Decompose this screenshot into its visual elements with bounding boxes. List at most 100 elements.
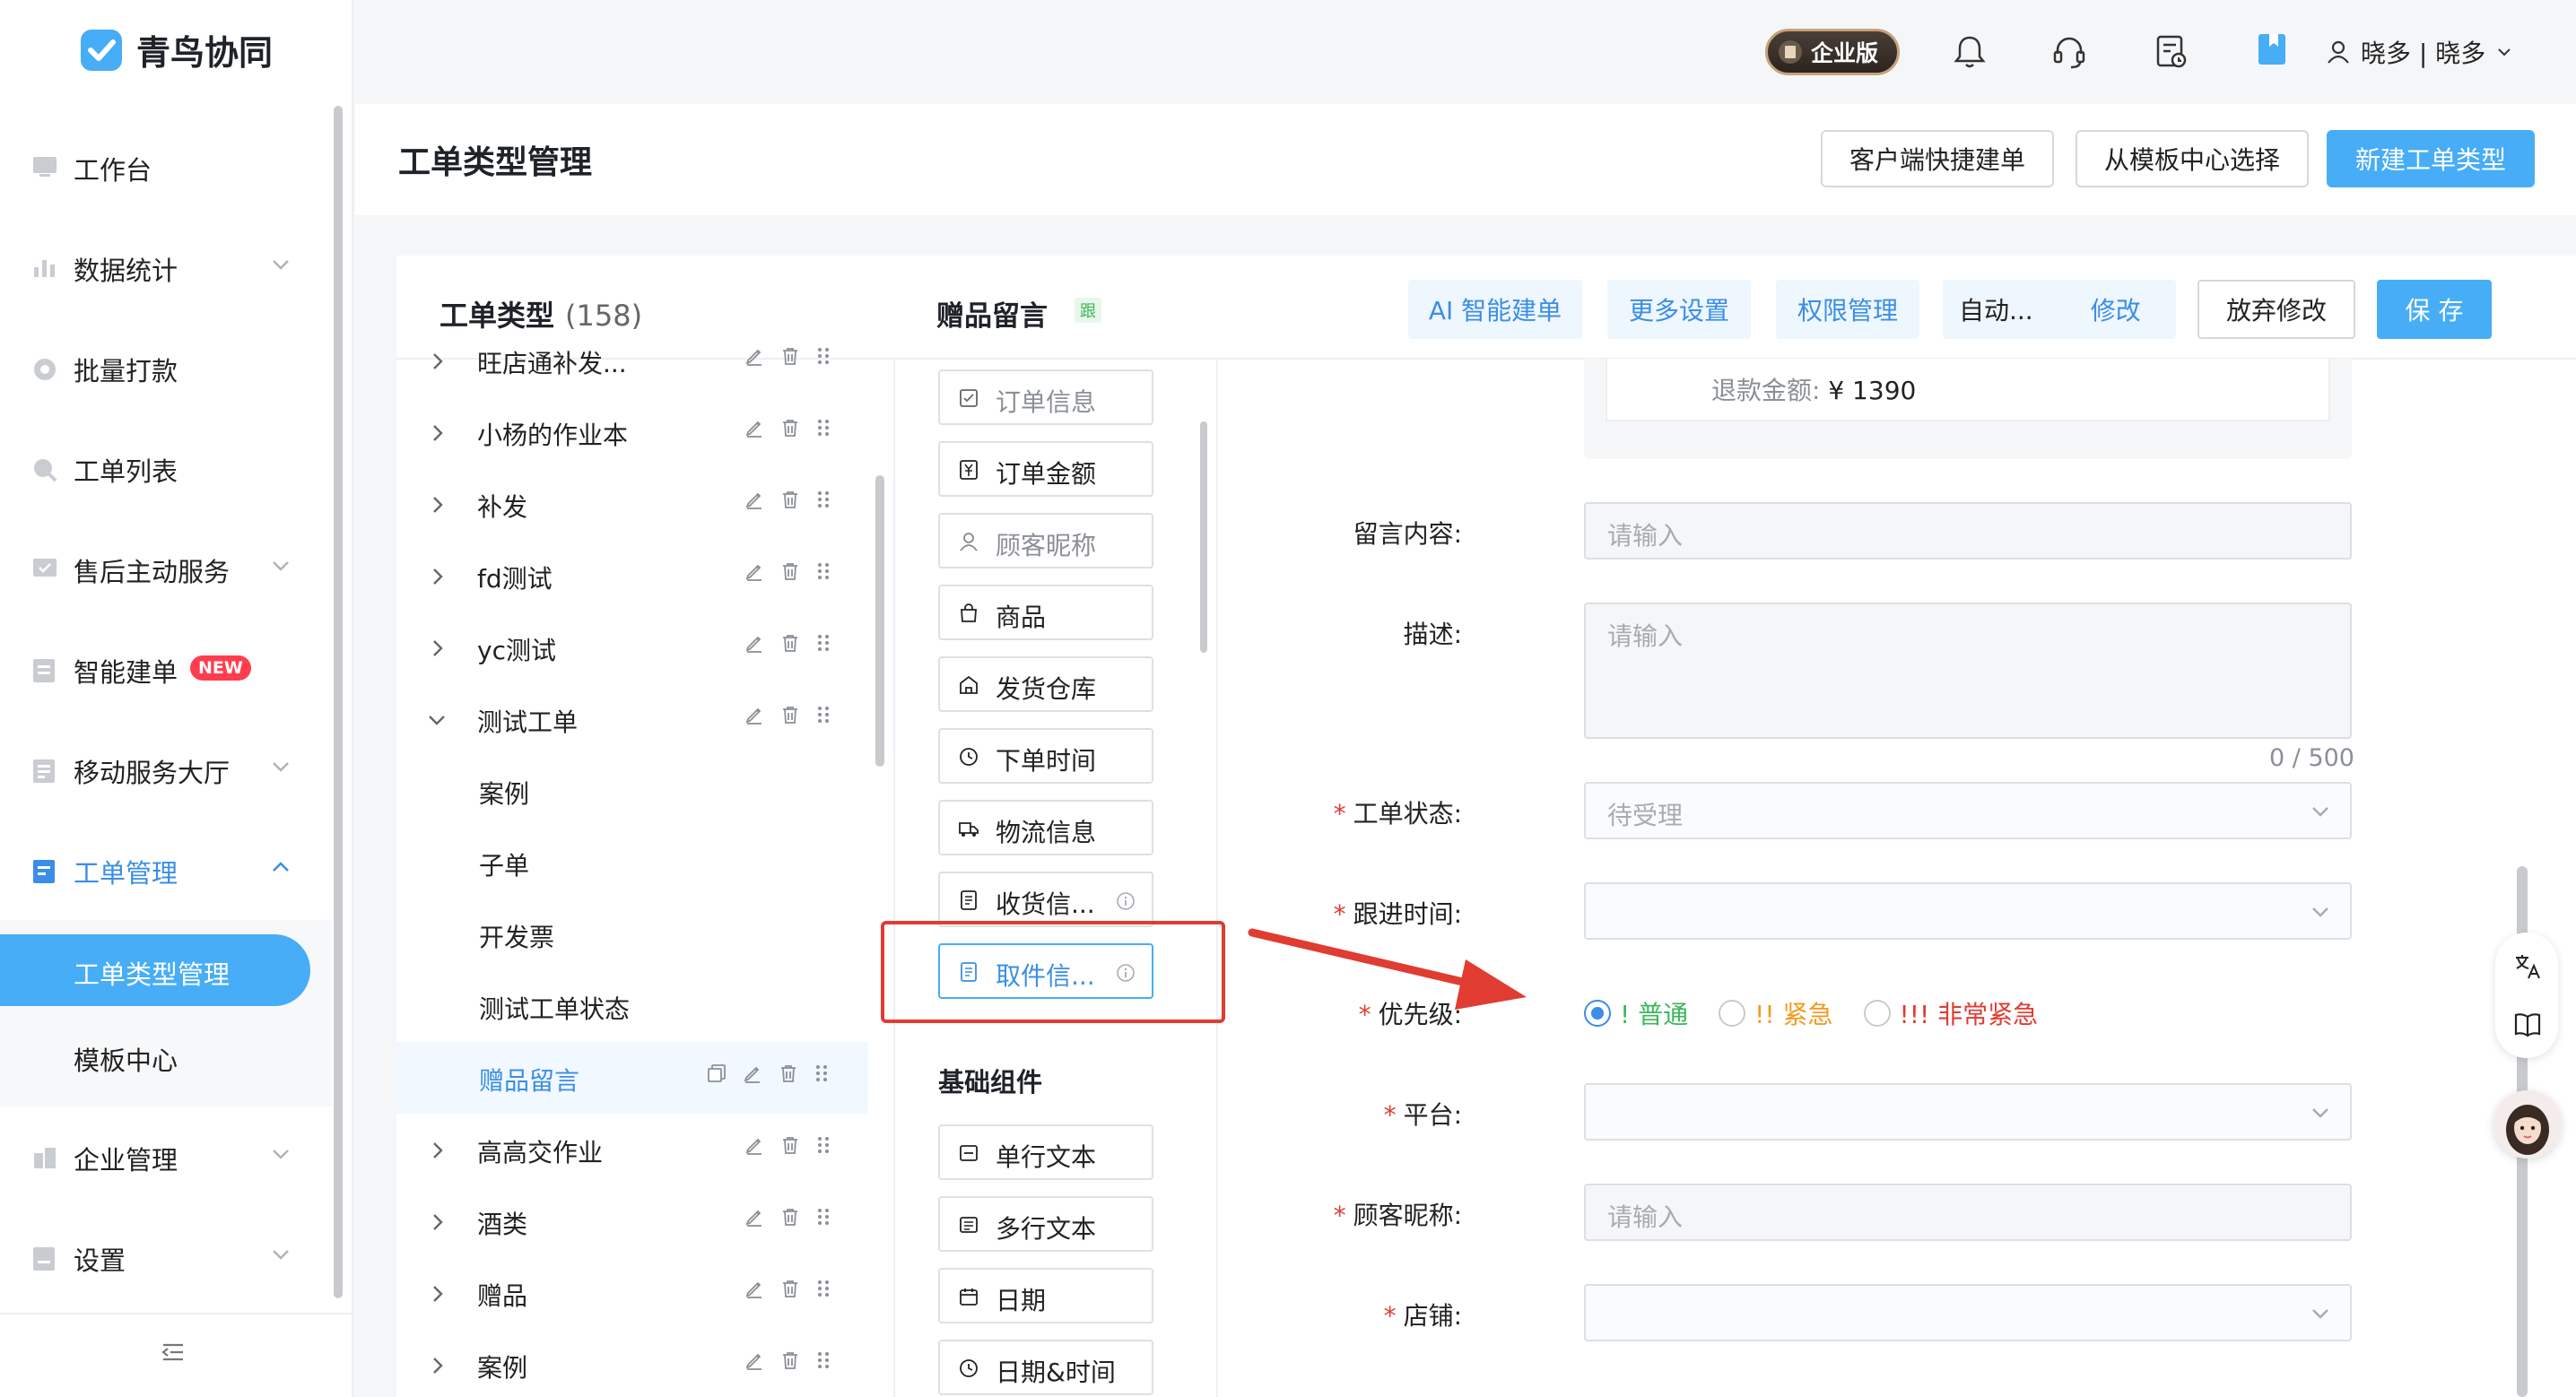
tree-row[interactable]: 酒类	[396, 1185, 868, 1257]
tree-row[interactable]: 赠品	[396, 1257, 868, 1329]
status-select[interactable]: 待受理	[1584, 782, 2352, 839]
palette-item-customer-nickname[interactable]: 顾客昵称	[938, 513, 1153, 568]
tree-row[interactable]: 补发	[396, 468, 868, 540]
sidebar-subitem-template[interactable]: 模板中心	[0, 1020, 332, 1092]
headset-icon[interactable]	[2052, 34, 2086, 70]
priority-urgent-radio[interactable]: !! 紧急	[1719, 995, 1833, 1031]
delete-icon[interactable]	[779, 1063, 798, 1083]
bookmark-icon[interactable]	[2257, 32, 2287, 68]
platform-select[interactable]	[1584, 1083, 2352, 1141]
sidebar-item-aftersale[interactable]: 售后主动服务	[0, 531, 332, 606]
delete-icon[interactable]	[780, 561, 800, 581]
chevron-right-icon[interactable]	[431, 1356, 445, 1375]
palette-item-product[interactable]: 商品	[938, 585, 1153, 640]
tree-row[interactable]: 案例	[396, 755, 868, 827]
palette-item-warehouse[interactable]: 发货仓库	[938, 656, 1153, 712]
drag-handle-icon[interactable]	[816, 1279, 831, 1298]
chevron-right-icon[interactable]	[431, 1141, 445, 1160]
delete-icon[interactable]	[780, 490, 800, 509]
delete-icon[interactable]	[780, 1279, 800, 1298]
palette-item-order-amount[interactable]: 订单金额	[938, 441, 1153, 497]
from-template-button[interactable]: 从模板中心选择	[2076, 130, 2309, 187]
assistant-avatar[interactable]	[2493, 1090, 2562, 1158]
palette-item-single-text[interactable]: 单行文本	[938, 1124, 1153, 1180]
drag-handle-icon[interactable]	[816, 705, 831, 725]
collapse-sidebar-icon[interactable]	[160, 1341, 187, 1363]
edit-icon[interactable]	[744, 418, 764, 438]
tree-row[interactable]: 开发票	[396, 898, 868, 970]
book-icon[interactable]	[2513, 1011, 2542, 1038]
more-settings-button[interactable]: 更多设置	[1607, 280, 1751, 339]
tree-row[interactable]: 案例	[396, 1329, 868, 1397]
chevron-right-icon[interactable]	[431, 638, 445, 658]
discard-changes-button[interactable]: 放弃修改	[2197, 280, 2355, 339]
drag-handle-icon[interactable]	[814, 1063, 829, 1083]
sidebar-item-ticket-list[interactable]: 工单列表	[0, 430, 332, 506]
drag-handle-icon[interactable]	[816, 1207, 831, 1227]
nickname-input[interactable]: 请输入	[1584, 1184, 2352, 1241]
description-textarea[interactable]: 请输入	[1584, 603, 2352, 739]
sidebar-item-enterprise[interactable]: 企业管理	[0, 1119, 332, 1194]
quick-create-button[interactable]: 客户端快捷建单	[1821, 130, 2054, 187]
palette-scrollbar[interactable]	[1200, 421, 1207, 653]
automation-edit-link[interactable]: 修改	[2091, 291, 2141, 327]
edit-icon[interactable]	[744, 1279, 764, 1298]
tree-row[interactable]: 测试工单	[396, 683, 868, 755]
followup-time-select[interactable]	[1584, 882, 2352, 940]
palette-item-multi-text[interactable]: 多行文本	[938, 1196, 1153, 1252]
bell-icon[interactable]	[1954, 34, 1986, 70]
palette-item-receiver-info[interactable]: 收货信...	[938, 872, 1153, 927]
delete-icon[interactable]	[780, 633, 800, 653]
drag-handle-icon[interactable]	[816, 1350, 831, 1370]
drag-handle-icon[interactable]	[816, 346, 831, 366]
app-logo[interactable]: 青鸟协同	[79, 25, 273, 74]
tree-row[interactable]: 旺店通补发...	[396, 325, 868, 396]
drag-handle-icon[interactable]	[816, 418, 831, 438]
sidebar-item-smart-create[interactable]: 智能建单 NEW	[0, 631, 332, 707]
delete-icon[interactable]	[780, 1207, 800, 1227]
sidebar-item-mobile-hall[interactable]: 移动服务大厅	[0, 732, 332, 807]
ai-create-button[interactable]: AI 智能建单	[1408, 280, 1582, 339]
edit-icon[interactable]	[744, 1135, 764, 1155]
delete-icon[interactable]	[780, 346, 800, 366]
palette-item-logistics[interactable]: 物流信息	[938, 800, 1153, 855]
sidebar-item-ticket-mgmt[interactable]: 工单管理	[0, 832, 332, 907]
tree-row[interactable]: 小杨的作业本	[396, 396, 868, 468]
palette-item-date[interactable]: 日期	[938, 1268, 1153, 1323]
new-ticket-type-button[interactable]: 新建工单类型	[2327, 130, 2535, 187]
edit-icon[interactable]	[744, 490, 764, 509]
palette-item-order-info[interactable]: 订单信息	[938, 369, 1153, 425]
translate-icon[interactable]	[2513, 952, 2542, 981]
chevron-right-icon[interactable]	[431, 495, 445, 515]
drag-handle-icon[interactable]	[816, 561, 831, 581]
chevron-down-icon[interactable]	[427, 714, 447, 728]
sidebar-scrollbar[interactable]	[334, 106, 343, 1298]
tree-row[interactable]: 赠品留言	[396, 1042, 868, 1114]
delete-icon[interactable]	[780, 1350, 800, 1370]
tree-row[interactable]: 子单	[396, 827, 868, 898]
priority-normal-radio[interactable]: ! 普通	[1584, 995, 1688, 1031]
chevron-right-icon[interactable]	[431, 1212, 445, 1232]
sidebar-subitem-ticket-type[interactable]: 工单类型管理	[0, 934, 310, 1006]
shop-select[interactable]	[1584, 1284, 2352, 1341]
edit-icon[interactable]	[744, 633, 764, 653]
sidebar-item-stats[interactable]: 数据统计	[0, 230, 332, 305]
chevron-right-icon[interactable]	[431, 567, 445, 586]
edit-icon[interactable]	[744, 1350, 764, 1370]
edit-icon[interactable]	[744, 705, 764, 725]
edit-icon[interactable]	[744, 561, 764, 581]
edit-icon[interactable]	[743, 1063, 762, 1083]
sidebar-item-workbench[interactable]: 工作台	[0, 129, 332, 204]
delete-icon[interactable]	[780, 1135, 800, 1155]
drag-handle-icon[interactable]	[816, 1135, 831, 1155]
edit-icon[interactable]	[744, 1207, 764, 1227]
chevron-right-icon[interactable]	[431, 423, 445, 443]
automation-button[interactable]: 自动... 修改	[1943, 280, 2176, 339]
save-button[interactable]: 保 存	[2377, 280, 2492, 339]
tree-row[interactable]: yc测试	[396, 612, 868, 683]
palette-item-order-time[interactable]: 下单时间	[938, 728, 1153, 784]
sidebar-item-batch-pay[interactable]: 批量打款	[0, 330, 332, 405]
tree-row[interactable]: 高高交作业	[396, 1114, 868, 1185]
sidebar-item-settings[interactable]: 设置	[0, 1219, 332, 1295]
drag-handle-icon[interactable]	[816, 490, 831, 509]
